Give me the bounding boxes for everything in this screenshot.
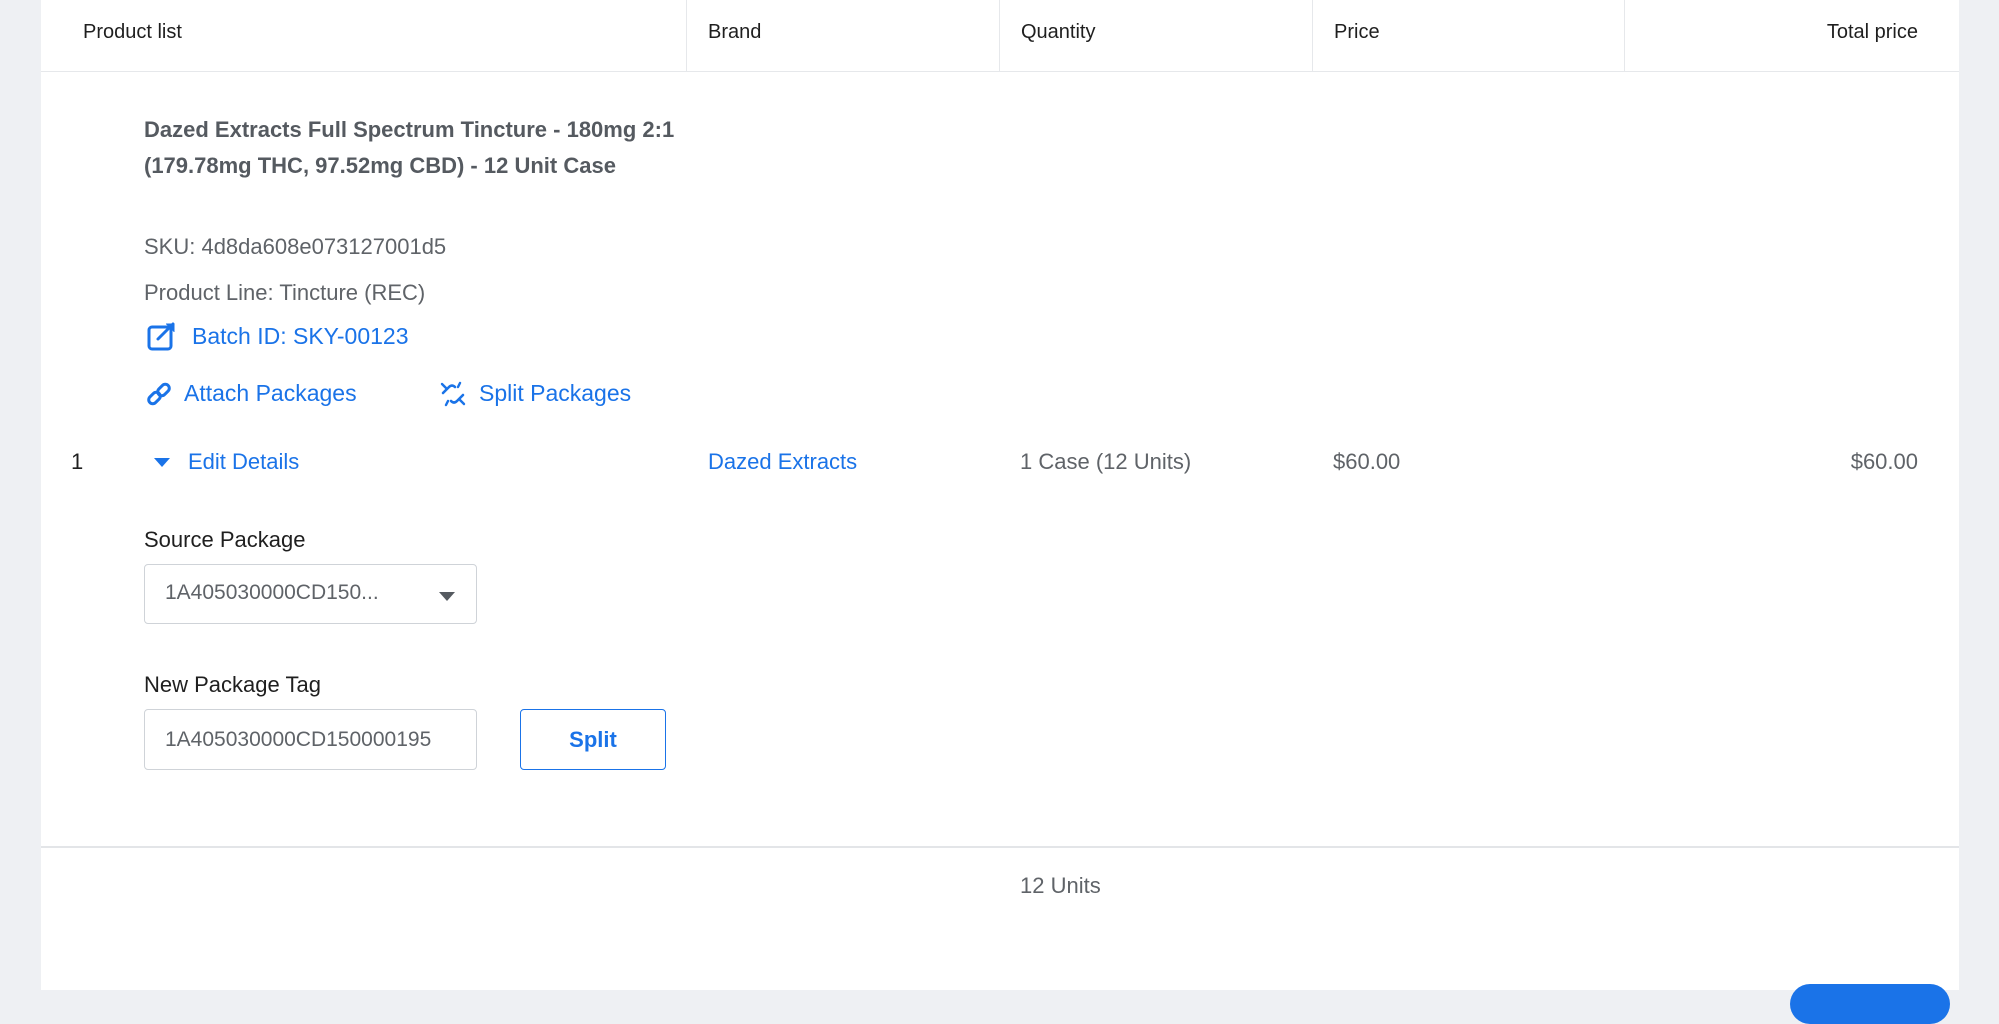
edit-square-icon bbox=[146, 320, 178, 352]
primary-action-button[interactable] bbox=[1790, 984, 1950, 1024]
new-package-tag-input[interactable] bbox=[144, 709, 477, 770]
new-package-tag-label: New Package Tag bbox=[144, 672, 321, 697]
split-packages-link[interactable]: Split Packages bbox=[439, 380, 631, 407]
caret-down-icon bbox=[154, 457, 170, 467]
product-line: Product Line: Tincture (REC) bbox=[144, 280, 426, 305]
brand-link[interactable]: Dazed Extracts bbox=[708, 447, 857, 477]
unlink-icon bbox=[439, 381, 467, 407]
source-package-select[interactable]: 1A405030000CD150... bbox=[144, 564, 477, 624]
link-icon bbox=[146, 381, 172, 407]
source-package-label: Source Package bbox=[144, 527, 306, 552]
quantity-value: 1 Case (12 Units) bbox=[1020, 449, 1192, 474]
edit-details-label: Edit Details bbox=[188, 449, 300, 474]
split-packages-label: Split Packages bbox=[479, 380, 632, 406]
header-divider bbox=[1624, 0, 1625, 71]
header-product-list: Product list bbox=[83, 21, 182, 43]
attach-packages-label: Attach Packages bbox=[184, 380, 357, 406]
edit-details-toggle[interactable]: Edit Details bbox=[154, 447, 299, 477]
order-products-card: Product list Brand Quantity Price Total … bbox=[41, 0, 1959, 990]
attach-packages-link[interactable]: Attach Packages bbox=[146, 380, 357, 407]
header-quantity: Quantity bbox=[1021, 21, 1096, 43]
table-header: Product list Brand Quantity Price Total … bbox=[41, 0, 1959, 72]
product-name: Dazed Extracts Full Spectrum Tincture - … bbox=[144, 117, 675, 178]
header-brand: Brand bbox=[708, 21, 762, 43]
header-divider bbox=[686, 0, 687, 71]
header-divider bbox=[999, 0, 1000, 71]
header-price: Price bbox=[1334, 21, 1380, 43]
batch-id-link[interactable]: Batch ID: SKY-00123 bbox=[146, 320, 409, 352]
header-total-price: Total price bbox=[1826, 21, 1918, 43]
split-button[interactable]: Split bbox=[520, 709, 666, 770]
row-index: 1 bbox=[71, 449, 84, 474]
header-divider bbox=[1312, 0, 1313, 71]
source-package-value: 1A405030000CD150... bbox=[165, 581, 379, 604]
caret-down-icon bbox=[439, 592, 455, 601]
total-price-value: $60.00 bbox=[1850, 449, 1918, 474]
product-sku: SKU: 4d8da608e073127001d5 bbox=[144, 234, 447, 259]
price-value: $60.00 bbox=[1333, 449, 1401, 474]
footer-divider bbox=[41, 846, 1959, 848]
batch-id-label: Batch ID: SKY-00123 bbox=[192, 322, 409, 349]
total-units: 12 Units bbox=[1020, 873, 1101, 898]
